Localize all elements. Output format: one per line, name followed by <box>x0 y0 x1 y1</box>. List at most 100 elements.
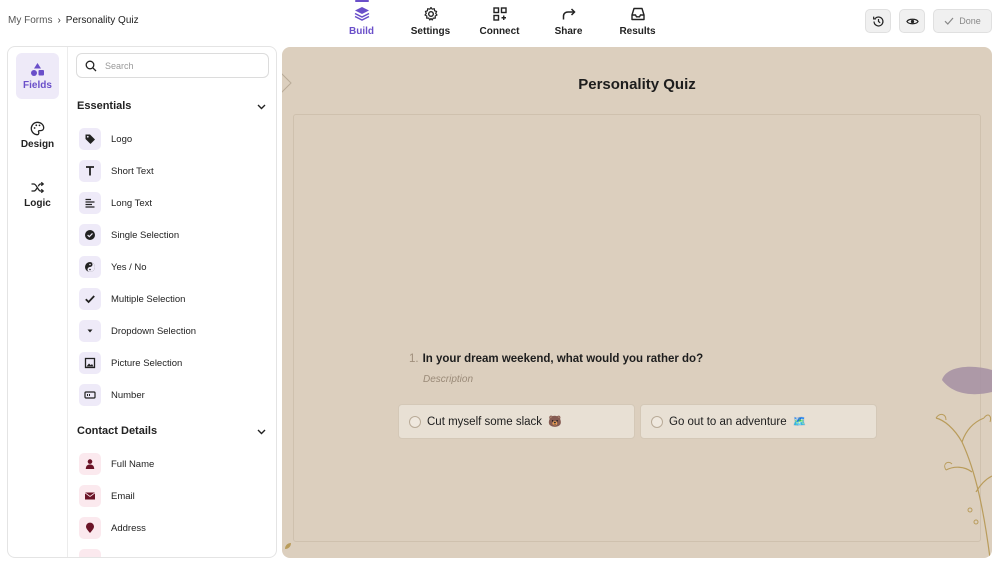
history-button[interactable] <box>865 9 891 33</box>
chevron-down-icon <box>257 104 266 109</box>
radio-button[interactable] <box>651 415 663 428</box>
check-icon <box>944 17 954 25</box>
field-yes-no-label: Yes / No <box>111 261 147 273</box>
form-title[interactable]: Personality Quiz <box>282 76 992 93</box>
question-1[interactable]: 1. In your dream weekend, what would you … <box>409 353 703 365</box>
rail-fields[interactable]: Fields <box>16 53 59 99</box>
field-logo-label: Logo <box>111 133 133 145</box>
field-long-text-label: Long Text <box>111 197 153 209</box>
field-email[interactable]: Email <box>79 484 135 508</box>
field-address[interactable]: Address <box>79 516 146 540</box>
field-dropdown-selection-label: Dropdown Selection <box>111 325 197 337</box>
rail-fields-label: Fields <box>23 79 52 91</box>
tab-results[interactable]: Results <box>603 0 672 42</box>
search-input[interactable] <box>105 60 255 71</box>
done-button[interactable]: Done <box>933 9 992 33</box>
dropdown-icon <box>79 320 101 342</box>
field-full-name-label: Full Name <box>111 458 155 470</box>
radio-button[interactable] <box>409 415 421 428</box>
top-actions: Done <box>865 9 992 33</box>
question-text: In your dream weekend, what would you ra… <box>422 353 704 365</box>
preview-button[interactable] <box>899 9 925 33</box>
paragraph-icon <box>79 192 101 214</box>
field-picture-selection-label: Picture Selection <box>111 357 183 369</box>
rail-design[interactable]: Design <box>16 112 59 158</box>
field-yes-no[interactable]: Yes / No <box>79 255 147 279</box>
field-email-label: Email <box>111 490 135 502</box>
section-essentials[interactable]: Essentials <box>77 100 267 112</box>
map-emoji: 🗺️ <box>792 416 807 428</box>
field-multiple-selection[interactable]: Multiple Selection <box>79 287 185 311</box>
question-description[interactable]: Description <box>423 374 473 385</box>
chevron-down-icon <box>257 429 266 434</box>
field-long-text[interactable]: Long Text <box>79 191 152 215</box>
field-full-name[interactable]: Full Name <box>79 452 154 476</box>
tab-connect-label: Connect <box>479 26 520 37</box>
field-short-text-label: Short Text <box>111 165 154 177</box>
answer-option-2[interactable]: Go out to an adventure 🗺️ <box>640 404 877 439</box>
tab-share-label: Share <box>554 26 583 37</box>
section-essentials-title: Essentials <box>77 100 132 112</box>
palette-icon <box>30 121 45 135</box>
tag-icon <box>79 128 101 150</box>
shapes-icon <box>31 62 44 76</box>
breadcrumb-current: Personality Quiz <box>65 15 139 26</box>
left-panel: Fields Design Logic Essentials Logo Shor… <box>7 46 277 558</box>
connect-icon <box>492 7 507 21</box>
floral-decoration <box>935 366 992 558</box>
form-card: 1. In your dream weekend, what would you … <box>293 114 981 542</box>
answer-option-1-label: Cut myself some slack <box>427 415 543 428</box>
bear-emoji: 🐻 <box>548 416 562 428</box>
yin-yang-icon <box>79 256 101 278</box>
field-partial-next <box>79 548 101 557</box>
breadcrumb-separator: › <box>57 15 61 26</box>
breadcrumb-my-forms[interactable]: My Forms <box>8 15 52 26</box>
picture-icon <box>79 352 101 374</box>
checkmark-icon <box>79 288 101 310</box>
field-single-selection-label: Single Selection <box>111 229 180 241</box>
field-picture-selection[interactable]: Picture Selection <box>79 351 182 375</box>
field-number[interactable]: Number <box>79 383 145 407</box>
search-icon <box>85 60 97 71</box>
field-dropdown-selection[interactable]: Dropdown Selection <box>79 319 196 343</box>
tab-share[interactable]: Share <box>534 0 603 42</box>
main-nav: Build Settings Connect Share Results <box>327 0 672 42</box>
section-contact-title: Contact Details <box>77 425 158 437</box>
field-single-selection[interactable]: Single Selection <box>79 223 179 247</box>
answer-option-1[interactable]: Cut myself some slack 🐻 <box>398 404 635 439</box>
fields-column: Essentials Logo Short Text Long Text Sin… <box>69 47 276 557</box>
leaf-mark-icon <box>285 543 291 549</box>
map-pin-icon <box>79 517 101 539</box>
tab-settings[interactable]: Settings <box>396 0 465 42</box>
answer-option-2-label: Go out to an adventure <box>669 415 787 428</box>
inbox-icon <box>630 7 645 21</box>
check-circle-icon <box>79 224 101 246</box>
rail-logic-label: Logic <box>24 197 51 209</box>
rail-design-label: Design <box>20 138 55 150</box>
tab-build[interactable]: Build <box>327 0 396 42</box>
section-contact-details[interactable]: Contact Details <box>77 425 267 437</box>
gear-icon <box>423 6 438 21</box>
tab-settings-label: Settings <box>410 26 451 37</box>
field-short-text[interactable]: Short Text <box>79 159 154 183</box>
partial-icon <box>79 549 101 557</box>
rail-logic[interactable]: Logic <box>16 171 59 217</box>
top-bar: My Forms › Personality Quiz Build Settin… <box>0 0 1000 44</box>
layers-icon <box>354 7 369 21</box>
field-multiple-selection-label: Multiple Selection <box>111 293 186 305</box>
eye-icon <box>905 18 919 24</box>
tab-results-label: Results <box>619 26 656 37</box>
search-box <box>76 53 269 78</box>
shuffle-icon <box>31 181 45 193</box>
tab-connect[interactable]: Connect <box>465 0 534 42</box>
envelope-icon <box>79 485 101 507</box>
side-rail: Fields Design Logic <box>8 47 68 557</box>
field-number-label: Number <box>111 389 145 401</box>
field-address-label: Address <box>111 522 146 534</box>
share-arrow-icon <box>562 8 576 20</box>
field-logo[interactable]: Logo <box>79 127 132 151</box>
breadcrumb: My Forms › Personality Quiz <box>8 15 139 26</box>
number-icon <box>79 384 101 406</box>
person-icon <box>79 453 101 475</box>
tab-build-label: Build <box>349 26 374 37</box>
